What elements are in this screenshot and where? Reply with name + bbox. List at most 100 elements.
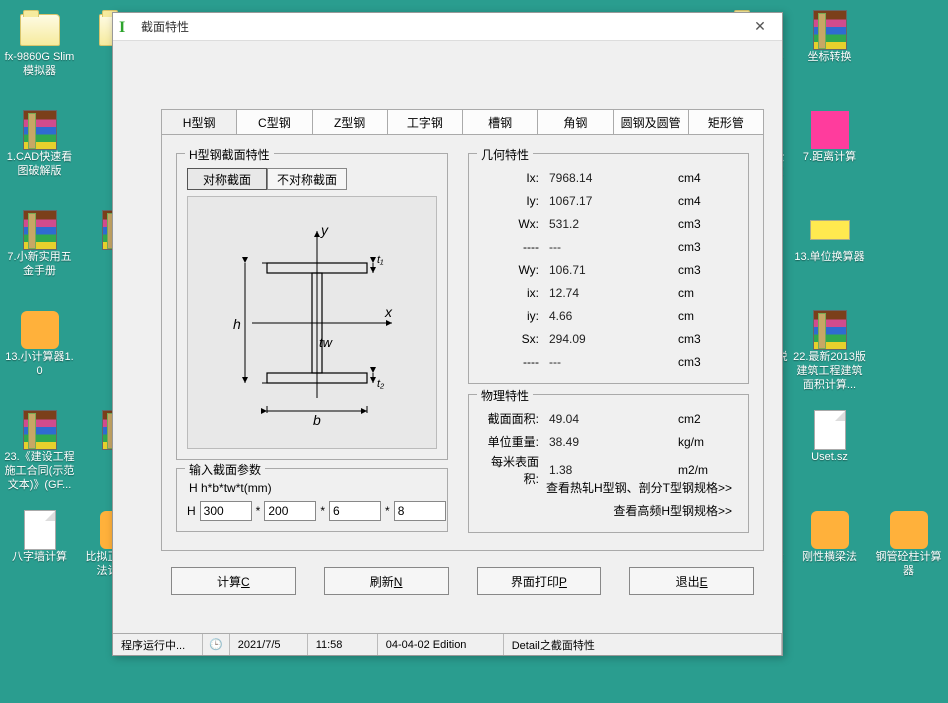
desktop-icon[interactable]: 13.单位换算器 <box>790 208 869 308</box>
desktop-icon[interactable]: 刚性横梁法 <box>790 508 869 608</box>
desktop-icon-label: 13.小计算器1.0 <box>3 351 77 379</box>
desktop-icon-label: 13.单位换算器 <box>794 251 864 265</box>
desktop-icon[interactable]: 23.《建设工程施工合同(示范文本)》(GF... <box>0 408 79 508</box>
geom-unit: cm <box>678 286 738 300</box>
geom-key: ---- <box>479 355 549 369</box>
input-h[interactable] <box>200 501 252 521</box>
status-date: 2021/7/5 <box>230 634 308 655</box>
desktop-icon[interactable]: 22.最新2013版建筑工程建筑面积计算... <box>790 308 869 408</box>
right-column: 几何特性 Ix:7968.14cm4Iy:1067.17cm4Wx:531.2c… <box>468 153 749 532</box>
phys-value: 38.49 <box>549 435 678 449</box>
desktop-icon[interactable]: 1.CAD快速看图破解版 <box>0 108 79 208</box>
section-shape-legend: H型钢截面特性 <box>185 146 274 163</box>
dialog-section-properties: I 截面特性 ✕ H型钢C型钢Z型钢工字钢槽钢角钢圆钢及圆管矩形管 H型钢截面特… <box>112 12 783 656</box>
exit-button[interactable]: 退出E <box>629 567 754 595</box>
status-time: 11:58 <box>308 634 378 655</box>
desktop-icon[interactable]: 钢管砼柱计算器 <box>869 508 948 608</box>
desktop-icon-label: 7.距离计算 <box>803 151 856 165</box>
geom-unit: cm4 <box>678 171 738 185</box>
input-tw[interactable] <box>329 501 381 521</box>
symmetry-buttons: 对称截面 不对称截面 <box>187 168 437 190</box>
multiply-icon: * <box>320 504 325 518</box>
geom-value: 4.66 <box>549 309 678 323</box>
geom-key: ix: <box>479 286 549 300</box>
desktop-icon-label: 1.CAD快速看图破解版 <box>3 151 77 179</box>
geometric-props-legend: 几何特性 <box>477 146 533 163</box>
axis-y-label: y <box>320 222 329 238</box>
app-icon: I <box>119 19 135 35</box>
status-detail: Detail之截面特性 <box>504 634 782 655</box>
tab-5[interactable]: 角钢 <box>537 109 613 135</box>
section-shape-group: H型钢截面特性 对称截面 不对称截面 <box>176 153 448 460</box>
link-high-freq-a[interactable]: 查看高频H型钢规格>> <box>613 504 732 518</box>
physical-props-group: 物理特性 截面面积:49.04cm2单位重量:38.49kg/m每米表面积:1.… <box>468 394 749 533</box>
tab-7[interactable]: 矩形管 <box>688 109 764 135</box>
desktop-icon-label: 23.《建设工程施工合同(示范文本)》(GF... <box>3 451 77 492</box>
phys-key: 截面面积: <box>479 410 549 427</box>
refresh-button[interactable]: 刷新N <box>324 567 449 595</box>
geom-row: iy:4.66cm <box>479 304 738 327</box>
statusbar: 程序运行中... 🕒 2021/7/5 11:58 04-04-02 Editi… <box>113 633 782 655</box>
input-row: H * * * <box>187 501 437 521</box>
print-button[interactable]: 界面打印P <box>477 567 602 595</box>
desktop-icon[interactable]: fx-9860G Slim 模拟器 <box>0 8 79 108</box>
geom-unit: cm4 <box>678 194 738 208</box>
input-b[interactable] <box>264 501 316 521</box>
geom-key: Sx: <box>479 332 549 346</box>
geom-key: Wy: <box>479 263 549 277</box>
action-buttons: 计算C 刷新N 界面打印P 退出E <box>161 567 764 595</box>
close-icon[interactable]: ✕ <box>744 16 776 38</box>
desktop-icon[interactable]: 7.距离计算 <box>790 108 869 208</box>
input-params-group: 输入截面参数 H h*b*tw*t(mm) H * * * <box>176 468 448 532</box>
geom-key: Wx: <box>479 217 549 231</box>
tab-panel: H型钢截面特性 对称截面 不对称截面 <box>161 134 764 551</box>
dim-t2-label: t₂ <box>377 378 385 390</box>
link-hot-rolled-a[interactable]: 查看热轧H型钢、剖分T型钢规格>> <box>546 481 732 495</box>
tab-3[interactable]: 工字钢 <box>387 109 463 135</box>
dim-b-label: b <box>313 412 321 428</box>
phys-unit: kg/m <box>678 435 738 449</box>
desktop-icon[interactable]: 13.小计算器1.0 <box>0 308 79 408</box>
phys-key: 单位重量: <box>479 433 549 450</box>
desktop-icon-label: 刚性横梁法 <box>802 551 857 565</box>
geom-unit: cm3 <box>678 332 738 346</box>
status-edition: 04-04-02 Edition <box>378 634 504 655</box>
geom-row: -------cm3 <box>479 350 738 373</box>
desktop-icon[interactable]: 八字墙计算 <box>0 508 79 608</box>
geom-key: Iy: <box>479 194 549 208</box>
geom-value: 7968.14 <box>549 171 678 185</box>
tab-0[interactable]: H型钢 <box>161 109 237 135</box>
desktop-icon-label: 22.最新2013版建筑工程建筑面积计算... <box>793 351 867 392</box>
desktop-icon[interactable]: 7.小新实用五金手册 <box>0 208 79 308</box>
desktop-icon[interactable]: Uset.sz <box>790 408 869 508</box>
asymmetric-button[interactable]: 不对称截面 <box>267 168 347 190</box>
geom-row: Iy:1067.17cm4 <box>479 189 738 212</box>
section-diagram: y x h b tw t₁ <box>187 196 437 449</box>
geom-key: ---- <box>479 240 549 254</box>
geom-key: Ix: <box>479 171 549 185</box>
phys-rows: 截面面积:49.04cm2单位重量:38.49kg/m每米表面积:1.38m2/… <box>479 407 738 476</box>
symmetric-button[interactable]: 对称截面 <box>187 168 267 190</box>
geom-row: -------cm3 <box>479 235 738 258</box>
geom-row: Wy:106.71cm3 <box>479 258 738 281</box>
tab-4[interactable]: 槽钢 <box>462 109 538 135</box>
geom-value: --- <box>549 240 678 254</box>
desktop-icon-label: Uset.sz <box>811 451 848 465</box>
geom-row: Wx:531.2cm3 <box>479 212 738 235</box>
geom-key: iy: <box>479 309 549 323</box>
calc-button[interactable]: 计算C <box>171 567 296 595</box>
phys-unit: m2/m <box>678 463 738 477</box>
tab-strip: H型钢C型钢Z型钢工字钢槽钢角钢圆钢及圆管矩形管 <box>161 109 764 135</box>
desktop-icon[interactable]: 坐标转换 <box>790 8 869 108</box>
tab-2[interactable]: Z型钢 <box>312 109 388 135</box>
desktop-icon-label: fx-9860G Slim 模拟器 <box>3 51 77 79</box>
phys-unit: cm2 <box>678 412 738 426</box>
phys-row: 截面面积:49.04cm2 <box>479 407 738 430</box>
tab-1[interactable]: C型钢 <box>236 109 312 135</box>
geom-unit: cm3 <box>678 240 738 254</box>
dialog-title: 截面特性 <box>141 18 744 35</box>
dialog-client: H型钢C型钢Z型钢工字钢槽钢角钢圆钢及圆管矩形管 H型钢截面特性 对称截面 不对… <box>113 41 782 655</box>
tab-6[interactable]: 圆钢及圆管 <box>613 109 689 135</box>
input-formula: H h*b*tw*t(mm) <box>189 481 437 495</box>
input-t[interactable] <box>394 501 446 521</box>
